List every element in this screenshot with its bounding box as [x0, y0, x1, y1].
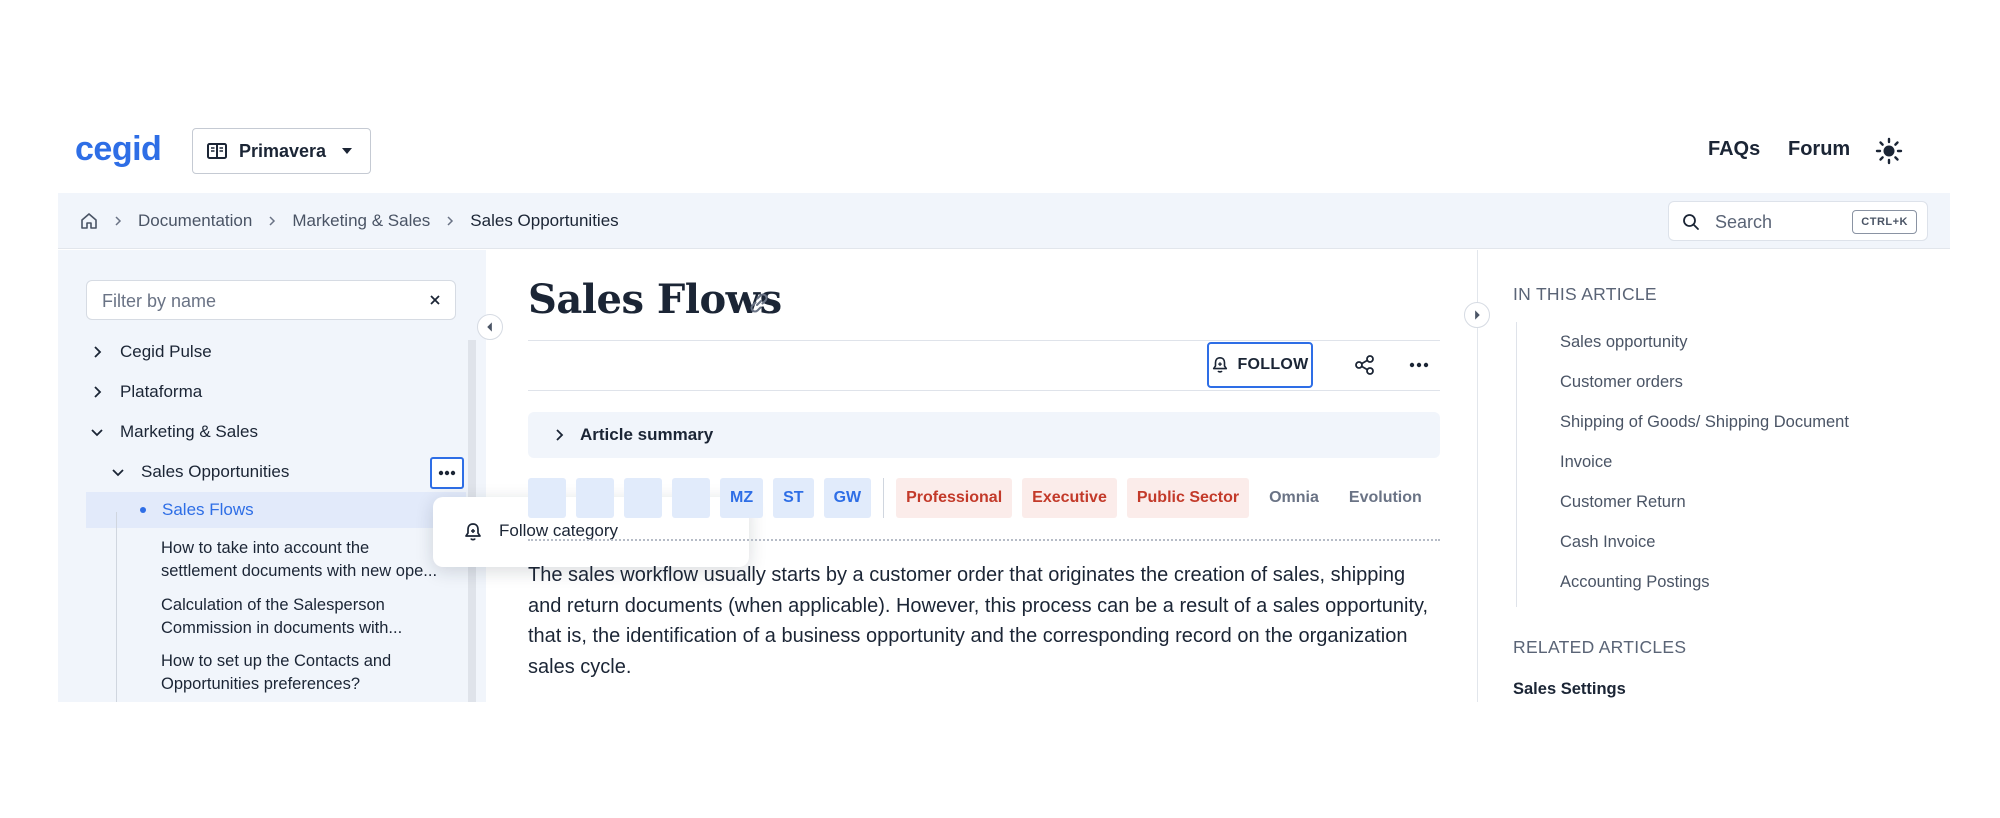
dotted-divider	[528, 539, 1440, 541]
sidebar-item-marketing-sales[interactable]: Marketing & Sales	[90, 414, 258, 450]
sidebar-item-label: Cegid Pulse	[120, 342, 212, 361]
home-icon[interactable]	[80, 212, 98, 230]
leaf-line-1: How to take into account the	[161, 539, 370, 557]
tag-blue[interactable]	[624, 478, 662, 518]
more-horizontal-icon	[438, 470, 456, 476]
toc-item[interactable]: Sales opportunity	[1560, 333, 1688, 352]
related-article-link[interactable]: Sales Settings	[1513, 680, 1626, 699]
share-icon[interactable]	[1354, 354, 1376, 376]
search-input[interactable]: Search CTRL+K	[1668, 201, 1928, 241]
sidebar-item-label: Marketing & Sales	[120, 422, 258, 441]
tag-blue[interactable]: ST	[773, 478, 814, 518]
tag-blue[interactable]	[672, 478, 710, 518]
bell-icon	[465, 523, 481, 541]
leaf-line-1: Calculation of the Salesperson	[161, 596, 385, 614]
divider	[528, 390, 1440, 391]
breadcrumb-bar: Documentation Marketing & Sales Sales Op…	[58, 193, 1950, 249]
page-title: Sales Flows	[528, 276, 782, 323]
chevron-right-icon	[556, 429, 564, 441]
chevron-right-icon	[115, 216, 122, 226]
toc-guide-line	[1516, 322, 1517, 607]
keyboard-shortcut-badge: CTRL+K	[1852, 210, 1917, 234]
book-icon	[207, 143, 227, 159]
leaf-line-2: Opportunities preferences?	[161, 675, 361, 693]
top-bar: cegid Primavera FAQs Forum	[0, 120, 2000, 180]
forum-link[interactable]: Forum	[1788, 138, 1850, 161]
sidebar-item-label: Sales Flows	[162, 500, 254, 519]
search-icon	[1683, 214, 1699, 230]
article-summary-label: Article summary	[580, 425, 714, 444]
chevron-right-icon	[269, 216, 276, 226]
link-icon[interactable]	[746, 290, 772, 316]
tag-edition[interactable]: Professional	[896, 478, 1013, 518]
tag-blue[interactable]	[528, 478, 566, 518]
sidebar-item-cegid-pulse[interactable]: Cegid Pulse	[90, 334, 212, 370]
follow-label: FOLLOW	[1237, 356, 1309, 373]
chevron-right-icon	[94, 386, 102, 398]
sun-icon[interactable]	[1875, 137, 1903, 165]
tag-product[interactable]: Omnia	[1259, 478, 1329, 518]
tag-blue[interactable]	[576, 478, 614, 518]
caret-down-icon	[342, 148, 353, 154]
collapse-sidebar-button[interactable]	[477, 314, 503, 340]
leaf-line-2: Commission in documents with...	[161, 619, 403, 637]
collapse-toc-button[interactable]	[1464, 302, 1490, 328]
tag-blue[interactable]: GW	[823, 478, 872, 518]
breadcrumb: Documentation Marketing & Sales Sales Op…	[80, 193, 619, 249]
leaf-line-2: settlement documents with new ope...	[161, 562, 438, 580]
cegid-logo[interactable]: cegid	[75, 130, 162, 169]
bell-icon	[1213, 356, 1228, 373]
sidebar-item-label: Plataforma	[120, 382, 203, 401]
filter-placeholder: Filter by name	[102, 291, 217, 311]
chevron-right-icon	[447, 216, 454, 226]
active-dot	[140, 507, 146, 513]
sidebar-item-label: Sales Opportunities	[141, 462, 290, 481]
faqs-link[interactable]: FAQs	[1708, 138, 1760, 161]
sidebar-item-plataforma[interactable]: Plataforma	[90, 374, 202, 410]
chevron-down-icon	[112, 469, 124, 477]
tag-product[interactable]: Evolution	[1339, 478, 1432, 518]
sidebar-leaf[interactable]: How to set up the Contacts and Opportuni…	[161, 650, 461, 696]
sidebar-leaf[interactable]: Calculation of the Salesperson Commissio…	[161, 594, 461, 640]
breadcrumb-documentation[interactable]: Documentation	[138, 211, 252, 231]
toc-item[interactable]: Customer orders	[1560, 373, 1683, 392]
sidebar-leaf[interactable]: How to take into account the settlement …	[161, 537, 461, 583]
article-main: Sales Flows FOLLOW Article summary MZ ST…	[528, 250, 1440, 702]
divider	[528, 340, 1440, 341]
tag-separator	[883, 478, 885, 518]
toc-item[interactable]: Customer Return	[1560, 493, 1686, 512]
tag-edition[interactable]: Executive	[1022, 478, 1117, 518]
follow-button[interactable]: FOLLOW	[1207, 342, 1313, 388]
category-more-button[interactable]	[430, 457, 464, 489]
article-summary-toggle[interactable]: Article summary	[528, 412, 1440, 458]
sidebar-item-sales-opportunities[interactable]: Sales Opportunities	[111, 454, 289, 490]
chevron-right-icon	[94, 346, 102, 358]
article-body: The sales workflow usually starts by a c…	[528, 564, 1429, 678]
tree-guide-line	[116, 512, 117, 702]
related-articles-heading: RELATED ARTICLES	[1513, 637, 1687, 657]
more-horizontal-icon[interactable]	[1408, 356, 1430, 374]
clear-icon[interactable]	[427, 292, 443, 308]
leaf-line-1: How to set up the Contacts and	[161, 652, 392, 670]
tag-edition[interactable]: Public Sector	[1126, 478, 1250, 518]
breadcrumb-marketing-sales[interactable]: Marketing & Sales	[292, 211, 430, 231]
product-label: Primavera	[239, 140, 327, 161]
filter-input[interactable]: Filter by name	[86, 280, 456, 320]
toc-item[interactable]: Invoice	[1560, 453, 1612, 472]
breadcrumb-current: Sales Opportunities	[470, 211, 619, 230]
tag-blue[interactable]: MZ	[720, 478, 764, 518]
search-placeholder: Search	[1715, 212, 1773, 232]
chevron-down-icon	[91, 429, 103, 437]
tag-list: MZ ST GW Professional Executive Public S…	[528, 478, 1432, 518]
toc-item[interactable]: Cash Invoice	[1560, 533, 1655, 552]
sidebar-item-sales-flows[interactable]: Sales Flows	[86, 492, 466, 528]
toc-heading: IN THIS ARTICLE	[1513, 284, 1657, 304]
product-selector[interactable]: Primavera	[192, 128, 372, 174]
toc-item[interactable]: Shipping of Goods/ Shipping Document	[1560, 413, 1849, 432]
toc-item[interactable]: Accounting Postings	[1560, 573, 1710, 592]
